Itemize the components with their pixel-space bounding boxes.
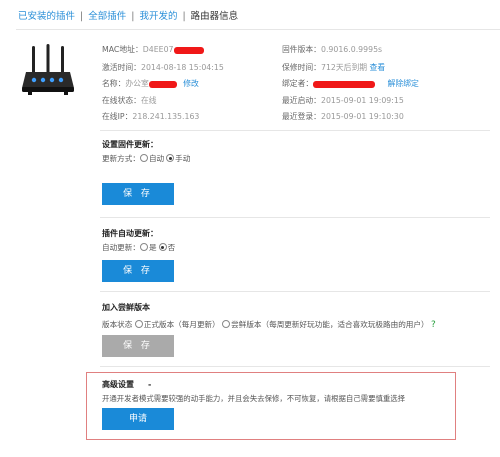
last-start-row: 最近启动：2015-09-01 19:09:15	[282, 95, 404, 106]
section-divider	[100, 217, 490, 218]
section-divider	[100, 291, 490, 292]
edit-name-link[interactable]: 修改	[183, 79, 199, 88]
section-divider	[100, 130, 490, 131]
last-login-row: 最近登录：2015-09-01 19:10:30	[282, 111, 404, 122]
unbind-link[interactable]: 解除绑定	[388, 79, 419, 88]
activated-row: 激活时间：2014-08-18 15:04:15	[102, 62, 224, 73]
ip-label: 在线IP：	[102, 112, 133, 121]
redacted-mark	[148, 80, 177, 88]
advanced-dash: -	[148, 380, 152, 389]
firmware-update-title: 设置固件更新：	[102, 140, 158, 149]
tab-separator: |	[131, 11, 135, 22]
name-label: 名称：	[102, 79, 126, 88]
plugin-update-options: 自动更新： 是 否	[102, 242, 175, 253]
save-plugin-button[interactable]: 保 存	[102, 260, 174, 282]
last-start-value: 2015-09-01 19:09:15	[320, 96, 404, 105]
advanced-title-text: 高级设置	[102, 380, 134, 389]
radio-yes[interactable]	[139, 243, 148, 251]
tab-all-plugins[interactable]: 全部插件	[88, 11, 126, 22]
radio-manual[interactable]	[166, 154, 175, 162]
help-icon[interactable]: ?	[431, 320, 436, 330]
tab-installed-plugins[interactable]: 已安装的插件	[18, 11, 75, 22]
bind-label: 绑定者：	[282, 79, 314, 88]
activated-label: 激活时间：	[102, 63, 141, 72]
online-value: 在线	[140, 96, 157, 105]
router-icon	[20, 42, 76, 98]
firmware-label: 固件版本：	[282, 45, 321, 54]
firmware-value: 0.9016.0.9995s	[320, 45, 383, 54]
firmware-update-options: 更新方式： 自动 手动	[102, 153, 190, 164]
radio-beta-label[interactable]: 尝鲜版本（每周更新好玩功能，适合喜欢玩极路由的用户）	[231, 320, 428, 329]
name-value: 办公室	[125, 79, 149, 88]
radio-auto-label[interactable]: 自动	[149, 154, 164, 163]
last-login-value: 2015-09-01 19:10:30	[320, 112, 404, 121]
version-status-label: 版本状态	[102, 320, 133, 329]
warranty-label: 保修时间：	[282, 63, 321, 72]
plugin-update-title: 插件自动更新：	[102, 229, 158, 238]
apply-button[interactable]: 申请	[102, 408, 174, 430]
tab-router-info: 路由器信息	[190, 11, 239, 22]
update-mode-label: 更新方式：	[102, 154, 140, 163]
advanced-desc: 开通开发者模式需要较强的动手能力，并且会失去保修，不可恢复，请根据自己需要慎重选…	[102, 394, 406, 403]
tab-my-developed[interactable]: 我开发的	[139, 11, 177, 22]
warranty-row: 保修时间：712天后到期 查看	[282, 62, 385, 73]
online-label: 在线状态：	[102, 96, 141, 105]
radio-auto[interactable]	[139, 154, 148, 162]
save-firmware-button[interactable]: 保 存	[102, 183, 174, 205]
radio-stable-label[interactable]: 正式版本（每月更新）	[144, 320, 220, 329]
save-beta-button[interactable]: 保 存	[102, 335, 174, 357]
online-ip-row: 在线IP：218.241.135.163	[102, 111, 199, 122]
mac-label: MAC地址：	[102, 45, 143, 54]
tab-separator: |	[80, 11, 84, 22]
name-row: 名称：办公室 修改	[102, 78, 199, 89]
radio-no[interactable]	[158, 243, 167, 251]
radio-yes-label[interactable]: 是	[149, 243, 157, 252]
radio-beta[interactable]	[222, 320, 231, 328]
beta-options: 版本状态 正式版本（每月更新） 尝鲜版本（每周更新好玩功能，适合喜欢玩极路由的用…	[102, 319, 436, 330]
beta-title: 加入尝鲜版本	[102, 303, 150, 312]
tabs-divider	[16, 29, 500, 30]
radio-manual-label[interactable]: 手动	[175, 154, 190, 163]
ip-value: 218.241.135.163	[132, 112, 200, 121]
bound-user-row: 绑定者： 解除绑定	[282, 78, 419, 89]
last-start-label: 最近启动：	[282, 96, 321, 105]
mac-value: D4EE07	[142, 45, 174, 54]
tab-separator: |	[182, 11, 186, 22]
activated-value: 2014-08-18 15:04:15	[140, 63, 224, 72]
last-login-label: 最近登录：	[282, 112, 321, 121]
redacted-mark	[313, 80, 376, 88]
mac-address-row: MAC地址：D4EE07	[102, 44, 204, 55]
firmware-row: 固件版本：0.9016.0.9995s	[282, 44, 382, 55]
advanced-title: 高级设置 -	[102, 379, 151, 390]
radio-stable[interactable]	[134, 320, 143, 328]
auto-update-label: 自动更新：	[102, 243, 140, 252]
online-status-row: 在线状态：在线	[102, 95, 157, 106]
radio-no-label[interactable]: 否	[168, 243, 176, 252]
warranty-value: 712天后到期	[320, 63, 368, 72]
warranty-view-link[interactable]: 查看	[370, 63, 386, 72]
plugin-tabs: 已安装的插件 | 全部插件 | 我开发的 | 路由器信息	[18, 8, 238, 22]
redacted-mark	[173, 46, 204, 54]
section-divider	[100, 366, 490, 367]
